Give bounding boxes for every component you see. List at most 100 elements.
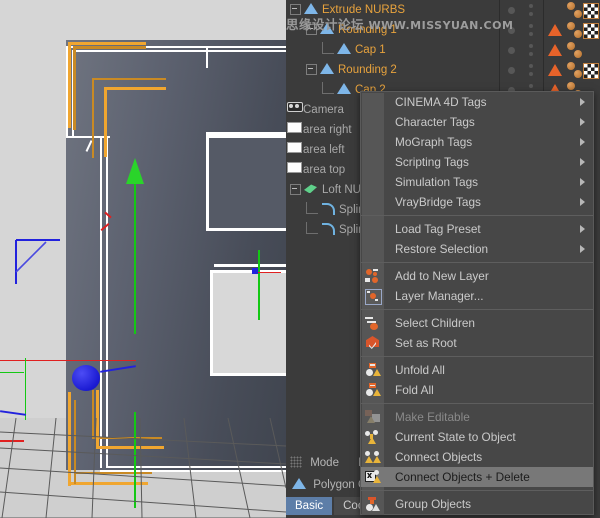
menu-item-unfold-all[interactable]: Unfold All [361, 360, 593, 380]
menu-item-label: Unfold All [395, 363, 445, 377]
texture-tag-icon[interactable] [583, 63, 599, 79]
chevron-right-icon [580, 225, 585, 233]
menu-item-label: Connect Objects [395, 450, 482, 464]
menu-item-label: Set as Root [395, 336, 457, 350]
polygon-object-icon [292, 477, 306, 490]
menu-item-label: Character Tags [395, 115, 475, 129]
menu-item-connect-objects-delete[interactable]: Connect Objects + Delete [361, 467, 593, 487]
material-tag-icon[interactable] [567, 2, 575, 10]
menu-item-scripting-tags[interactable]: Scripting Tags [361, 152, 593, 172]
tree-elbow [322, 82, 334, 94]
light-icon [287, 162, 302, 173]
menu-item-character-tags[interactable]: Character Tags [361, 112, 593, 132]
menu-item-set-as-root[interactable]: Set as Root [361, 333, 593, 353]
watermark-en: WWW.MISSYUAN.COM [369, 19, 514, 32]
object-row[interactable]: Cap 1 [286, 40, 499, 60]
menu-item-add-to-new-layer[interactable]: Add to New Layer [361, 266, 593, 286]
chevron-right-icon [580, 245, 585, 253]
attribute-tab-basic[interactable]: Basic [286, 497, 332, 515]
material-tag-icon[interactable] [567, 62, 575, 70]
menu-item-label: Load Tag Preset [395, 222, 481, 236]
selected-spline [68, 42, 71, 128]
menu-separator [361, 215, 593, 216]
menu-item-mograph-tags[interactable]: MoGraph Tags [361, 132, 593, 152]
menu-item-label: Layer Manager... [395, 289, 484, 303]
menu-item-load-tag-preset[interactable]: Load Tag Preset [361, 219, 593, 239]
menu-item-fold-all[interactable]: Fold All [361, 380, 593, 400]
visibility-dot-render-bottom[interactable] [529, 32, 533, 36]
menu-item-make-editable[interactable]: Make Editable [361, 407, 593, 427]
object-tag-row[interactable] [499, 60, 600, 80]
visibility-dot-render-bottom[interactable] [529, 52, 533, 56]
camera-icon [287, 102, 303, 112]
y-axis-line-origin [25, 358, 26, 420]
x-axis-line [0, 360, 136, 361]
perspective-viewport[interactable] [0, 0, 286, 518]
y-axis-handle[interactable] [126, 158, 144, 184]
visibility-dot-render-top[interactable] [529, 64, 533, 68]
material-tag-icon[interactable] [574, 50, 582, 58]
expander-toggle[interactable] [306, 64, 317, 75]
group-objects-icon [365, 497, 380, 511]
visibility-dot-editor[interactable] [508, 47, 515, 54]
menu-item-label: VrayBridge Tags [395, 195, 481, 209]
grid-lines [0, 418, 286, 518]
unfold-all-icon [365, 363, 380, 377]
spline-icon [321, 222, 335, 235]
menu-item-select-children[interactable]: Select Children [361, 313, 593, 333]
menu-item-vraybridge-tags[interactable]: VrayBridge Tags [361, 192, 593, 212]
fold-all-icon [365, 383, 380, 397]
viewport-axis-gizmo [12, 236, 64, 288]
menu-item-current-state-to-object[interactable]: Current State to Object [361, 427, 593, 447]
axis-move-handle[interactable] [72, 365, 100, 391]
menu-item-label: Select Children [395, 316, 475, 330]
visibility-dot-render-bottom[interactable] [529, 72, 533, 76]
tree-elbow [322, 42, 334, 54]
chevron-right-icon [580, 98, 585, 106]
object-tag-row[interactable] [499, 40, 600, 60]
material-tag-icon[interactable] [567, 42, 575, 50]
phong-tag-icon[interactable] [548, 64, 562, 76]
phong-tag-icon[interactable] [548, 44, 562, 56]
visibility-dot-render-top[interactable] [529, 44, 533, 48]
y-axis-line-2 [258, 250, 260, 320]
watermark-cn: 思缘设计论坛 [286, 17, 364, 32]
nurbs-icon [320, 62, 334, 75]
menu-item-label: Add to New Layer [395, 269, 489, 283]
expander-toggle[interactable] [290, 184, 301, 195]
spline-icon [321, 202, 335, 215]
menu-separator [361, 403, 593, 404]
light-icon [287, 122, 302, 133]
material-tag-icon[interactable] [567, 82, 575, 90]
menu-item-label: Current State to Object [395, 430, 516, 444]
menu-separator [361, 356, 593, 357]
menu-item-label: MoGraph Tags [395, 135, 472, 149]
chevron-right-icon [580, 198, 585, 206]
menu-separator [361, 309, 593, 310]
menu-item-cinema-4d-tags[interactable]: CINEMA 4D Tags [361, 92, 593, 112]
z-axis-point [252, 268, 258, 274]
menu-item-layer-manager[interactable]: Layer Manager... [361, 286, 593, 306]
material-tag-icon[interactable] [574, 70, 582, 78]
menu-item-label: Connect Objects + Delete [395, 470, 530, 484]
menu-item-label: Make Editable [395, 410, 470, 424]
object-label: Cap 1 [355, 44, 386, 56]
menu-item-label: Group Objects [395, 497, 471, 511]
visibility-dot-editor[interactable] [508, 67, 515, 74]
menu-item-simulation-tags[interactable]: Simulation Tags [361, 172, 593, 192]
context-menu[interactable]: CINEMA 4D Tags Character Tags MoGraph Tags… [360, 91, 594, 515]
visibility-dot-editor[interactable] [508, 7, 515, 14]
drag-grip-icon[interactable] [290, 456, 302, 468]
mode-label[interactable]: Mode [310, 457, 339, 469]
object-row[interactable]: Rounding 2 [286, 60, 499, 80]
menu-item-connect-objects[interactable]: Connect Objects [361, 447, 593, 467]
menu-item-group-objects[interactable]: Group Objects [361, 494, 593, 514]
light-icon [287, 142, 302, 153]
chevron-right-icon [580, 178, 585, 186]
visibility-dot-render-top[interactable] [529, 84, 533, 88]
selected-spline [92, 78, 94, 158]
menu-item-label: CINEMA 4D Tags [395, 95, 487, 109]
object-label: Rounding 2 [338, 64, 397, 76]
visibility-dot-render-top[interactable] [529, 4, 533, 8]
menu-item-restore-selection[interactable]: Restore Selection [361, 239, 593, 259]
